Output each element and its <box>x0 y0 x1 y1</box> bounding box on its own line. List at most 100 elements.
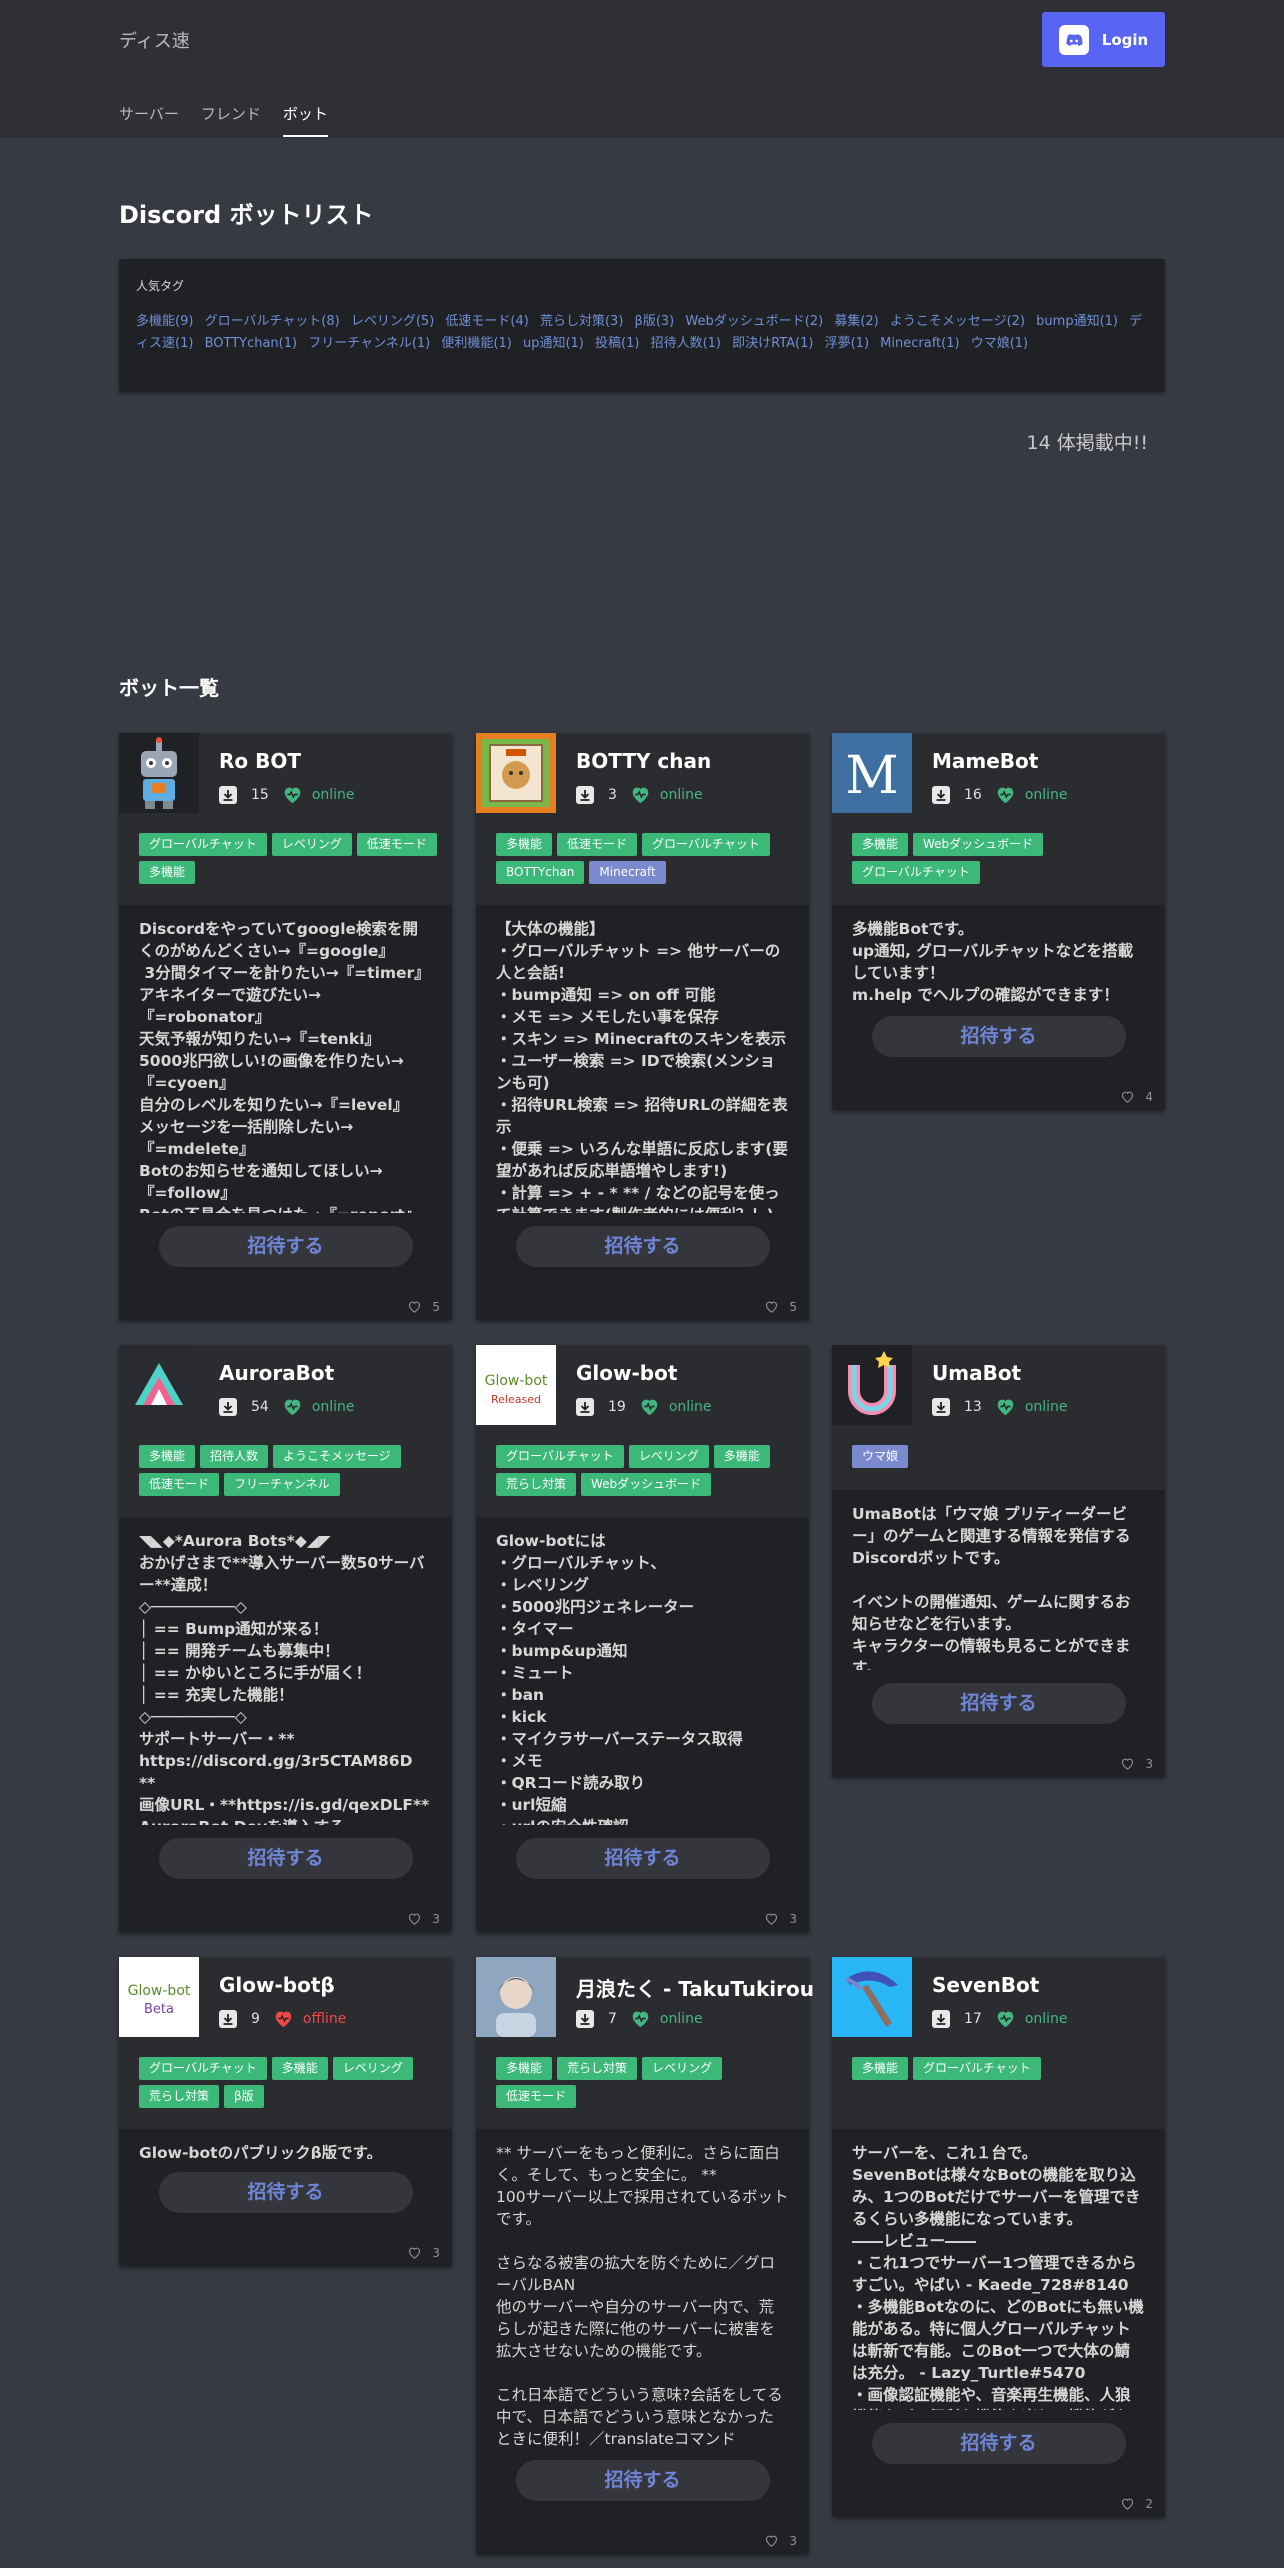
popular-tag-link[interactable]: 便利機能(1) <box>441 336 511 351</box>
bot-tag[interactable]: ウマ娘 <box>852 1445 909 1468</box>
invite-button[interactable]: 招待する <box>515 1838 770 1879</box>
tab-bots[interactable]: ボット <box>282 104 328 137</box>
bot-avatar[interactable] <box>476 1957 556 2037</box>
bot-tag[interactable]: 多機能 <box>496 833 553 856</box>
popular-tag-link[interactable]: BOTTYchan(1) <box>205 336 298 351</box>
invite-button[interactable]: 招待する <box>158 2172 413 2213</box>
bot-meta: 17 online <box>932 2009 1068 2028</box>
like-counter[interactable]: 4 <box>1120 1089 1153 1104</box>
popular-tag-link[interactable]: Webダッシュボード(2) <box>685 314 823 329</box>
bot-tag[interactable]: 多機能 <box>713 1445 770 1468</box>
bot-description: ** サーバーをもっと便利に。さらに面白く。そして、もっと安全に。 ** 100… <box>496 2144 789 2447</box>
bot-name[interactable]: AuroraBot <box>219 1361 334 1385</box>
bot-avatar[interactable]: Glow-bot Beta <box>119 1957 199 2037</box>
bot-tag[interactable]: 低速モード <box>496 2085 577 2108</box>
bot-name[interactable]: MameBot <box>932 749 1038 773</box>
invite-button[interactable]: 招待する <box>158 1838 413 1879</box>
bot-name[interactable]: 月浪たく - TakuTukirou <box>576 1973 814 2002</box>
invite-button[interactable]: 招待する <box>515 2460 770 2501</box>
popular-tag-link[interactable]: 即決けRTA(1) <box>732 336 813 351</box>
bot-tag[interactable]: グローバルチャット <box>496 1445 624 1468</box>
popular-tag-link[interactable]: up通知(1) <box>523 336 584 351</box>
like-counter[interactable]: 2 <box>1120 2496 1153 2511</box>
bot-avatar[interactable]: Glow-bot Released <box>476 1345 556 1425</box>
like-counter[interactable]: 3 <box>1120 1756 1153 1771</box>
bot-tag[interactable]: 低速モード <box>557 833 638 856</box>
bot-avatar[interactable]: M <box>832 733 912 813</box>
bot-avatar[interactable] <box>119 733 199 813</box>
like-counter[interactable]: 3 <box>407 2245 440 2260</box>
popular-tag-link[interactable]: ようこそメッセージ(2) <box>890 314 1025 329</box>
invite-button[interactable]: 招待する <box>871 1016 1126 1057</box>
bot-name[interactable]: Glow-bot <box>576 1361 677 1385</box>
popular-tag-link[interactable]: 低速モード(4) <box>445 314 528 329</box>
bot-tag[interactable]: ようこそメッセージ <box>273 1445 401 1468</box>
tab-servers[interactable]: サーバー <box>119 104 179 137</box>
like-counter[interactable]: 5 <box>407 1299 440 1314</box>
bot-tag[interactable]: 多機能 <box>852 833 909 856</box>
popular-tag-link[interactable]: 招待人数(1) <box>651 336 721 351</box>
bot-name[interactable]: Ro BOT <box>219 749 301 773</box>
bot-avatar[interactable] <box>476 733 556 813</box>
invite-button[interactable]: 招待する <box>871 2423 1126 2464</box>
bot-tag[interactable]: グローバルチャット <box>139 833 267 856</box>
download-count: 17 <box>964 2010 982 2027</box>
bot-avatar[interactable] <box>832 1345 912 1425</box>
bot-name[interactable]: Glow-botβ <box>219 1973 335 1997</box>
bot-avatar[interactable] <box>832 1957 912 2037</box>
bot-name[interactable]: UmaBot <box>932 1361 1021 1385</box>
bot-tag[interactable]: 多機能 <box>271 2057 328 2080</box>
bot-tag[interactable]: β版 <box>224 2085 264 2108</box>
popular-tag-link[interactable]: β版(3) <box>635 314 675 329</box>
bot-meta: 13 online <box>932 1397 1068 1416</box>
popular-tag-link[interactable]: Minecraft(1) <box>880 336 959 351</box>
bot-tag[interactable]: 多機能 <box>496 2057 553 2080</box>
popular-tag-link[interactable]: フリーチャンネル(1) <box>308 336 430 351</box>
invite-button[interactable]: 招待する <box>515 1226 770 1267</box>
bot-tag[interactable]: BOTTYchan <box>496 861 585 884</box>
popular-tag-link[interactable]: 荒らし対策(3) <box>540 314 623 329</box>
bot-tag[interactable]: Webダッシュボード <box>581 1473 712 1496</box>
bot-tag[interactable]: 荒らし対策 <box>557 2057 638 2080</box>
site-brand[interactable]: ディス速 <box>119 27 190 53</box>
popular-tag-link[interactable]: レベリング(5) <box>351 314 434 329</box>
invite-button[interactable]: 招待する <box>871 1683 1126 1724</box>
like-counter[interactable]: 3 <box>764 1911 797 1926</box>
bot-tag[interactable]: グローバルチャット <box>913 2057 1041 2080</box>
bot-tag[interactable]: 多機能 <box>139 861 196 884</box>
bot-tag[interactable]: レベリング <box>271 833 352 856</box>
bot-tag[interactable]: Minecraft <box>589 861 666 884</box>
like-counter[interactable]: 3 <box>407 1911 440 1926</box>
bot-tag[interactable]: 招待人数 <box>200 1445 269 1468</box>
bot-tag[interactable]: 多機能 <box>139 1445 196 1468</box>
bot-tag[interactable]: 低速モード <box>139 1473 220 1496</box>
tab-friends[interactable]: フレンド <box>201 104 261 137</box>
popular-tag-link[interactable]: 多機能(9) <box>136 314 193 329</box>
bot-tag[interactable]: フリーチャンネル <box>224 1473 340 1496</box>
invite-button[interactable]: 招待する <box>158 1226 413 1267</box>
bot-tag[interactable]: 荒らし対策 <box>496 1473 577 1496</box>
popular-tag-link[interactable]: 投稿(1) <box>595 336 639 351</box>
bot-tag[interactable]: 多機能 <box>852 2057 909 2080</box>
bot-tag[interactable]: 荒らし対策 <box>139 2085 220 2108</box>
login-button[interactable]: Login <box>1042 12 1165 67</box>
popular-tag-link[interactable]: 浮夢(1) <box>825 336 869 351</box>
bot-name[interactable]: BOTTY chan <box>576 749 711 773</box>
bot-tag[interactable]: グローバルチャット <box>642 833 770 856</box>
popular-tag-link[interactable]: 募集(2) <box>834 314 878 329</box>
like-counter[interactable]: 3 <box>764 2533 797 2548</box>
bot-tag[interactable]: レベリング <box>628 1445 709 1468</box>
like-counter[interactable]: 5 <box>764 1299 797 1314</box>
popular-tag-link[interactable]: ウマ娘(1) <box>971 336 1028 351</box>
bot-tag[interactable]: グローバルチャット <box>852 861 980 884</box>
bot-tag[interactable]: 低速モード <box>356 833 437 856</box>
bot-avatar[interactable] <box>119 1345 199 1425</box>
bot-tag[interactable]: レベリング <box>332 2057 413 2080</box>
bot-tag[interactable]: Webダッシュボード <box>913 833 1044 856</box>
bot-card: Ro BOT 15 online グローバルチャット レベリング 低速モード 多機能 Disc… <box>119 733 452 1320</box>
popular-tag-link[interactable]: グローバルチャット(8) <box>205 314 340 329</box>
bot-tag[interactable]: レベリング <box>642 2057 723 2080</box>
bot-tag[interactable]: グローバルチャット <box>139 2057 267 2080</box>
popular-tag-link[interactable]: bump通知(1) <box>1036 314 1118 329</box>
bot-name[interactable]: SevenBot <box>932 1973 1039 1997</box>
